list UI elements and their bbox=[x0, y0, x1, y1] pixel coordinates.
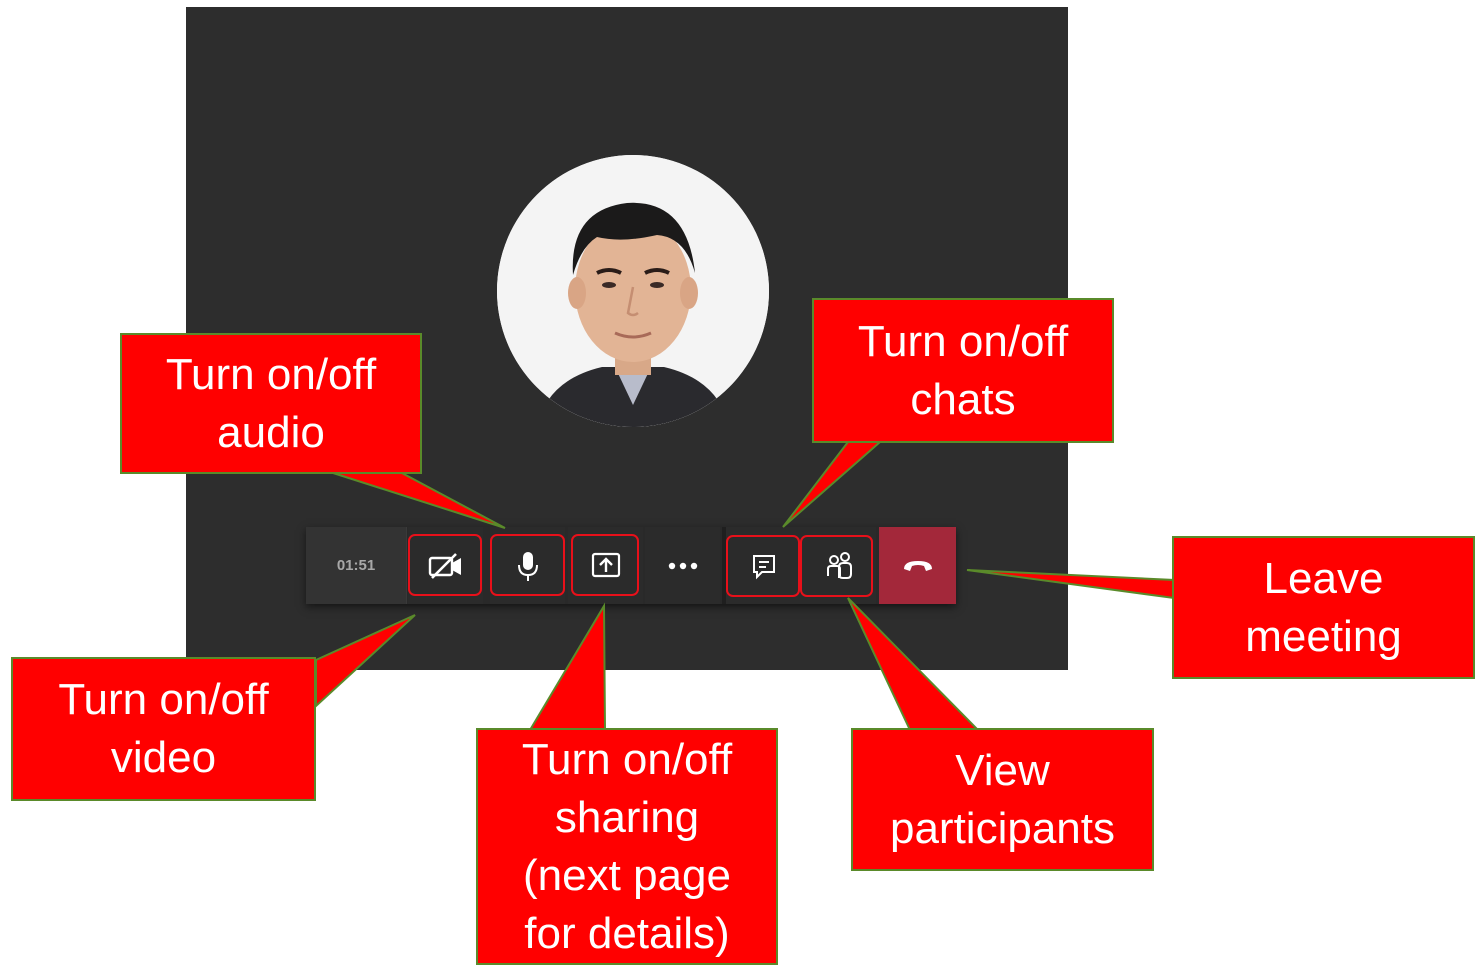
callout-line: for details) bbox=[524, 908, 730, 958]
audio-callout-pointer bbox=[329, 471, 506, 529]
callout-line: participants bbox=[889, 803, 1115, 853]
callout-line: Turn on/off bbox=[58, 675, 269, 724]
callout-line: chats bbox=[910, 374, 1016, 424]
slide: 01:51 Turn on/off audio Turn on/off chat… bbox=[0, 0, 1475, 965]
callout-line: Turn on/off bbox=[165, 349, 377, 399]
sharing-callout: Turn on/off sharing (next page for detai… bbox=[476, 728, 778, 965]
callout-line: meeting bbox=[1245, 611, 1402, 661]
callout-line: video bbox=[110, 733, 217, 782]
callout-line: sharing bbox=[554, 792, 700, 842]
callout-line: audio bbox=[217, 407, 325, 457]
sharing-callout-pointer bbox=[528, 602, 607, 731]
callout-line: Turn on/off bbox=[521, 734, 733, 784]
callout-line: Turn on/off bbox=[857, 316, 1069, 366]
video-callout: Turn on/off video bbox=[11, 657, 316, 801]
leave-callout: Leave meeting bbox=[1172, 536, 1475, 679]
callout-line: (next page bbox=[523, 850, 731, 900]
video-callout-pointer bbox=[315, 614, 416, 709]
chats-callout: Turn on/off chats bbox=[812, 298, 1114, 443]
audio-callout: Turn on/off audio bbox=[120, 333, 422, 474]
callout-line: View bbox=[955, 745, 1050, 795]
callout-line: Leave bbox=[1263, 553, 1384, 603]
participants-callout: View participants bbox=[851, 728, 1154, 871]
chats-callout-pointer bbox=[782, 441, 883, 528]
participants-callout-pointer bbox=[847, 597, 981, 731]
leave-callout-pointer bbox=[966, 569, 1175, 600]
